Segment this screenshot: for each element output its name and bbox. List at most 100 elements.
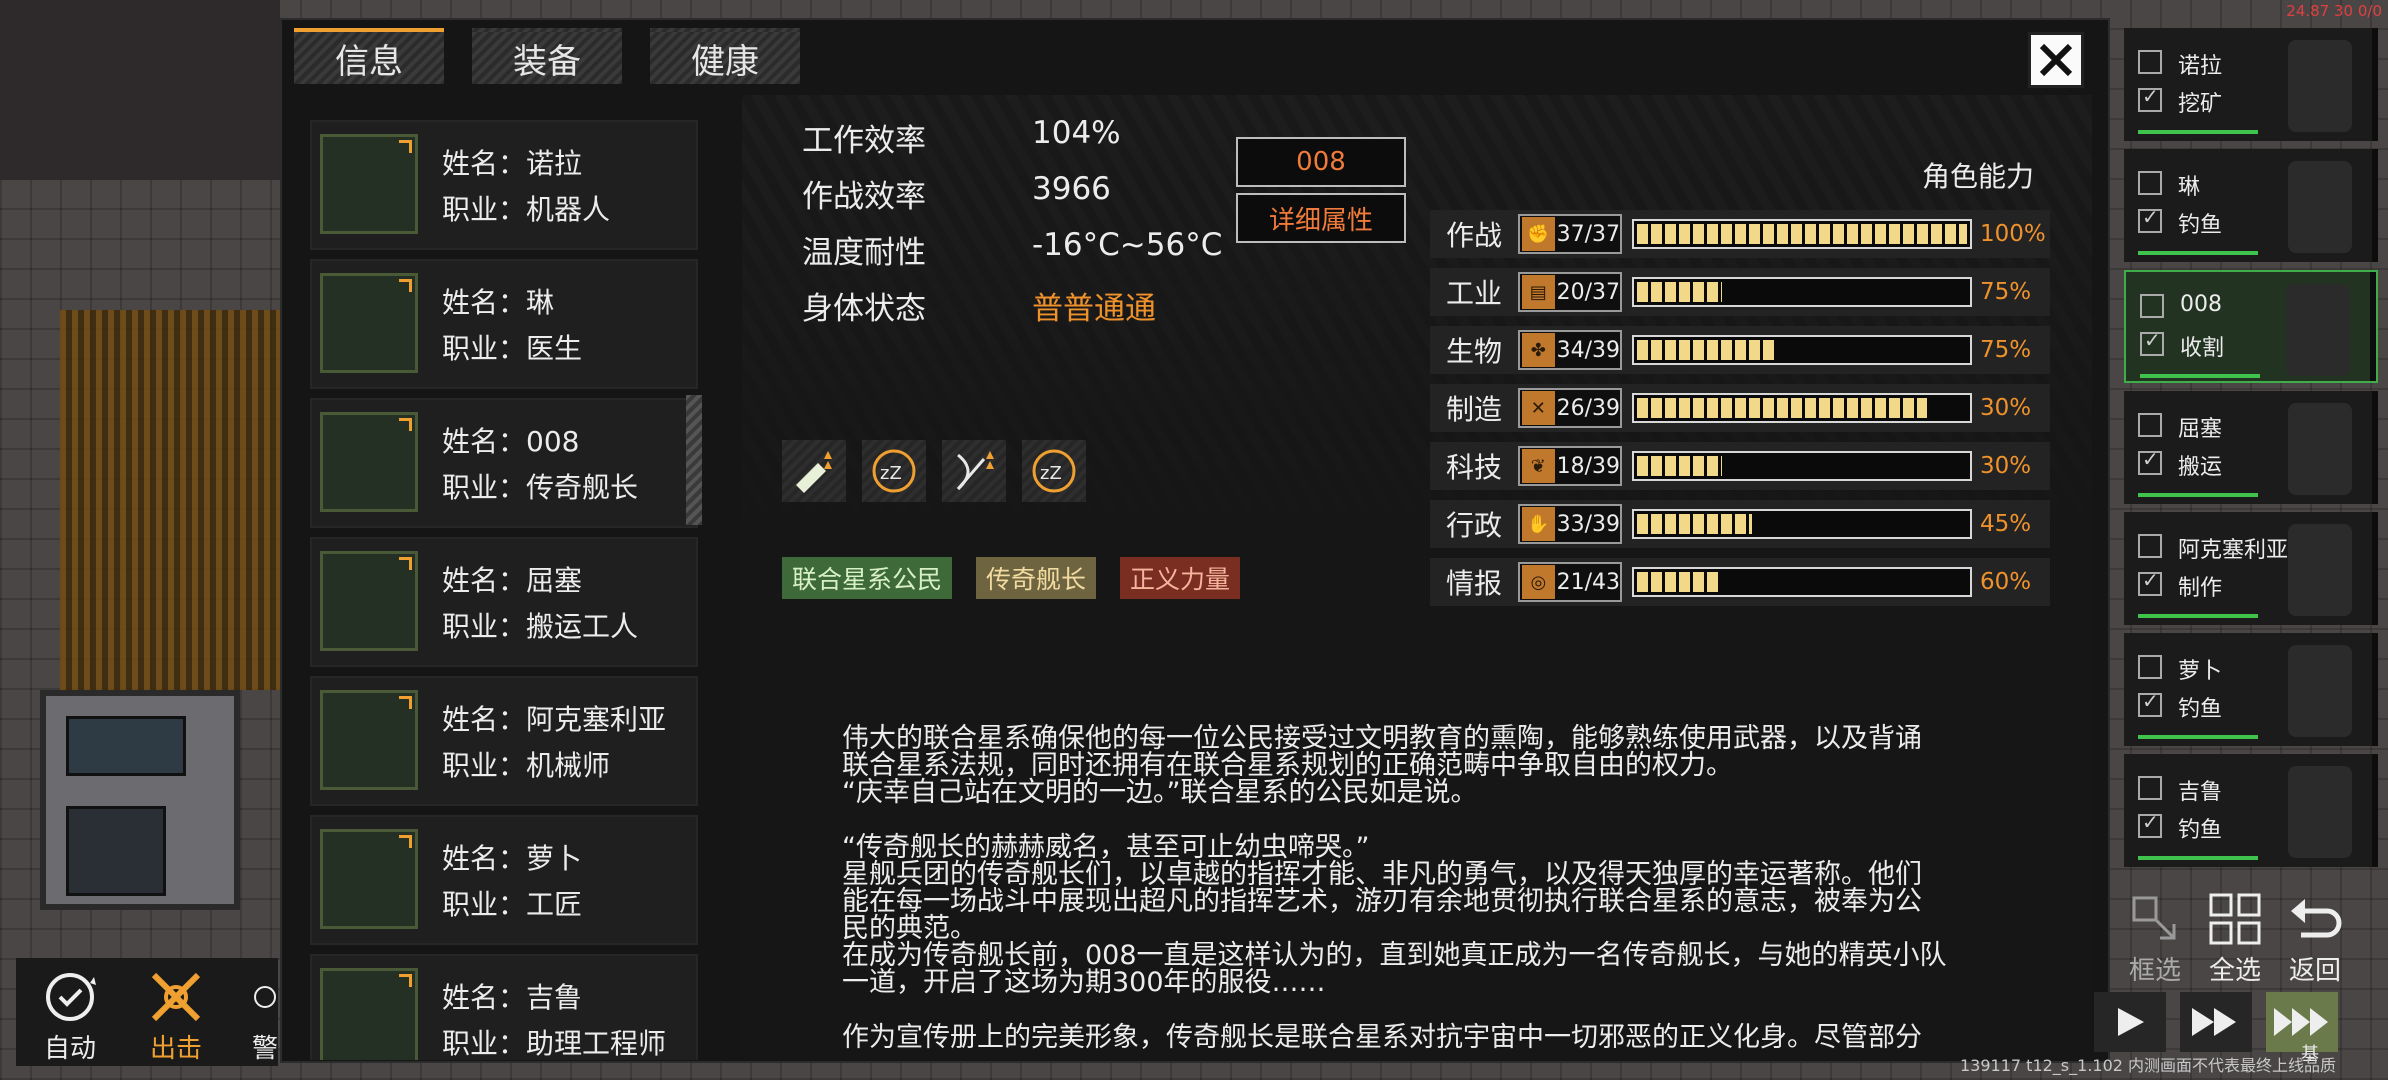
attack-button[interactable]: 出击 <box>146 966 206 1065</box>
roster-portrait <box>2286 284 2350 376</box>
checkbox-icon[interactable] <box>2138 568 2162 596</box>
roster-scrollbar <box>2372 391 2378 504</box>
checkbox-icon[interactable] <box>2138 810 2162 838</box>
roster-health-bar <box>2138 251 2258 255</box>
roster-portrait <box>2288 161 2352 253</box>
roster-scrollbar <box>2370 272 2376 381</box>
ability-value: 20/37 <box>1556 279 1620 305</box>
roster-health-bar <box>2138 614 2258 618</box>
colonist-roster[interactable]: 诺拉挖矿琳钓鱼008收割屈塞搬运阿克塞利亚制作萝卜钓鱼吉鲁钓鱼 <box>2124 28 2378 875</box>
map-rock <box>0 0 280 180</box>
checkbox-icon[interactable] <box>2140 328 2164 356</box>
roster-card[interactable]: 吉鲁钓鱼 <box>2124 754 2378 867</box>
ability-bar <box>1632 393 1972 423</box>
roster-scrollbar <box>2372 754 2378 867</box>
character-name: 姓名：屈塞 <box>442 564 583 597</box>
sleep-icon[interactable]: zZ <box>862 440 926 502</box>
character-list[interactable]: 姓名：诺拉 职业：机器人 姓名：琳 职业：医生 姓名：008 职业：传奇舰长 姓… <box>310 120 698 1060</box>
character-card-qusai[interactable]: 姓名：屈塞 职业：搬运工人 <box>310 537 698 667</box>
character-job: 职业：机械师 <box>442 749 611 782</box>
auto-button[interactable]: 自动 <box>40 966 100 1065</box>
ability-percent: 45% <box>1980 511 2032 537</box>
tab-health[interactable]: 健康 <box>650 28 800 84</box>
ability-badge: ✤ 34/39 <box>1518 330 1622 370</box>
roster-portrait <box>2288 40 2352 132</box>
character-id-button[interactable]: 008 <box>1236 137 1406 187</box>
select-box-icon <box>2124 888 2186 950</box>
ability-bar <box>1632 277 1972 307</box>
ability-badge: ✋ 33/39 <box>1518 504 1622 544</box>
select-box-button[interactable]: 框选 <box>2124 888 2186 987</box>
ability-name: 制造 <box>1445 393 1502 426</box>
character-card-jilu[interactable]: 姓名：吉鲁 职业：助理工程师 <box>310 954 698 1060</box>
roster-scrollbar <box>2372 149 2378 262</box>
detail-attributes-button[interactable]: 详细属性 <box>1236 193 1406 243</box>
bow-up-icon[interactable] <box>942 440 1006 502</box>
character-name: 姓名：008 <box>442 425 580 458</box>
tab-info[interactable]: 信息 <box>294 28 444 84</box>
character-job: 职业：助理工程师 <box>442 1027 667 1060</box>
ability-bar-fill <box>1637 572 1719 592</box>
roster-card[interactable]: 008 收割 <box>2124 270 2378 383</box>
play-icon <box>2118 1008 2144 1036</box>
character-info-panel: 信息 装备 健康 姓名：诺拉 职业：机器人 姓名：琳 职业：医生 姓名：008 … <box>280 18 2110 1063</box>
ability-badge: ◎ 21/43 <box>1518 562 1622 602</box>
ability-name: 科技 <box>1445 451 1502 484</box>
character-card-nora[interactable]: 姓名：诺拉 职业：机器人 <box>310 120 698 250</box>
tools-icon: ✕ <box>1522 391 1555 425</box>
checkbox-icon[interactable] <box>2138 447 2162 475</box>
fast-forward-icon <box>2192 1008 2236 1036</box>
sleep-icon[interactable]: zZ <box>1022 440 1086 502</box>
stat-body: 身体状态 普普通通 <box>802 291 1156 327</box>
fast-forward-button[interactable] <box>2180 992 2252 1052</box>
select-all-button[interactable]: 全选 <box>2204 888 2266 987</box>
ability-row: 作战 ✊ 37/37 100% <box>1430 210 2050 258</box>
bullet-up-icon[interactable] <box>782 440 846 502</box>
character-job: 职业：传奇舰长 <box>442 471 639 504</box>
ability-bar-fill <box>1637 514 1752 534</box>
checkbox-icon[interactable] <box>2138 205 2162 233</box>
checkbox-icon[interactable] <box>2138 689 2162 717</box>
character-card-akseliya[interactable]: 姓名：阿克塞利亚 职业：机械师 <box>310 676 698 806</box>
character-name: 姓名：阿克塞利亚 <box>442 703 667 736</box>
roster-card[interactable]: 阿克塞利亚制作 <box>2124 512 2378 625</box>
tab-equipment[interactable]: 装备 <box>472 28 622 84</box>
trait-tag[interactable]: 正义力量 <box>1120 557 1241 599</box>
roster-scrollbar <box>2372 28 2378 141</box>
ability-name: 情报 <box>1445 567 1502 600</box>
character-card-luobo[interactable]: 姓名：萝卜 职业：工匠 <box>310 815 698 945</box>
roster-task: 搬运 <box>2178 455 2223 480</box>
ability-name: 工业 <box>1445 277 1502 310</box>
auto-icon <box>40 966 100 1028</box>
ability-bar <box>1632 219 1972 249</box>
roster-name: 萝卜 <box>2178 659 2223 684</box>
character-name: 姓名：诺拉 <box>442 147 583 180</box>
target-icon: ◎ <box>1522 565 1555 599</box>
close-button[interactable] <box>2028 32 2084 88</box>
alert-label: 警 <box>251 1034 278 1064</box>
character-list-scrollbar[interactable] <box>686 395 702 525</box>
checkbox-icon[interactable] <box>2138 84 2162 112</box>
trait-tag[interactable]: 传奇舰长 <box>976 557 1097 599</box>
colonist-icon <box>2138 776 2162 800</box>
alert-button[interactable]: 警 <box>250 966 280 1065</box>
ability-percent: 30% <box>1980 395 2032 421</box>
ability-percent: 30% <box>1980 453 2032 479</box>
ability-name: 生物 <box>1445 335 1502 368</box>
character-detail: 工作效率 104% 作战效率 3966 温度耐性 -16°C~56°C 身体状态… <box>742 95 2092 1060</box>
roster-card[interactable]: 诺拉挖矿 <box>2124 28 2378 141</box>
ability-row: 科技 ❦ 18/39 30% <box>1430 442 2050 490</box>
character-card-lin[interactable]: 姓名：琳 职业：医生 <box>310 259 698 389</box>
roster-card[interactable]: 萝卜钓鱼 <box>2124 633 2378 746</box>
character-portrait <box>320 134 418 234</box>
roster-name: 琳 <box>2178 175 2201 200</box>
back-button[interactable]: 返回 <box>2284 888 2346 987</box>
character-card-008[interactable]: 姓名：008 职业：传奇舰长 <box>310 398 698 528</box>
roster-health-bar <box>2138 735 2258 739</box>
play-button[interactable] <box>2094 992 2166 1052</box>
roster-card[interactable]: 琳钓鱼 <box>2124 149 2378 262</box>
map-machine <box>66 806 166 896</box>
trait-tag[interactable]: 联合星系公民 <box>782 557 953 599</box>
roster-card[interactable]: 屈塞搬运 <box>2124 391 2378 504</box>
ability-percent: 75% <box>1980 337 2032 363</box>
